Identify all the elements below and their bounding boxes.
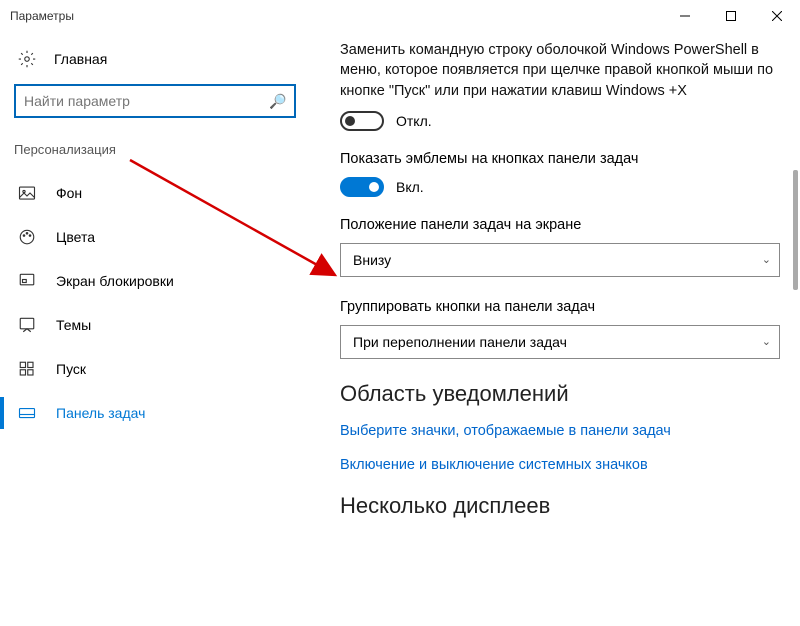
position-dropdown[interactable]: Внизу ⌄ [340,243,780,277]
select-icons-link[interactable]: Выберите значки, отображаемые в панели з… [340,423,780,439]
gear-icon [18,50,36,68]
system-icons-link[interactable]: Включение и выключение системных значков [340,457,780,473]
titlebar: Параметры [0,0,800,32]
multiple-displays-heading: Несколько дисплеев [340,493,780,519]
sidebar-item-label: Темы [56,317,91,333]
group-value: При переполнении панели задач [353,334,567,350]
sidebar-item-colors[interactable]: Цвета [0,215,310,259]
lockscreen-icon [18,272,36,290]
sidebar-item-label: Пуск [56,361,86,377]
start-icon [18,360,36,378]
picture-icon [18,184,36,202]
scrollbar-thumb[interactable] [793,170,798,290]
powershell-toggle[interactable] [340,111,384,131]
badges-label: Показать эмблемы на кнопках панели задач [340,151,780,167]
minimize-button[interactable] [662,0,708,32]
maximize-button[interactable] [708,0,754,32]
taskbar-icon [18,404,36,422]
position-label: Положение панели задач на экране [340,217,780,233]
sidebar-item-label: Фон [56,185,82,201]
sidebar-home[interactable]: Главная [0,40,310,78]
sidebar-home-label: Главная [54,51,107,67]
content-pane: Заменить командную строку оболочкой Wind… [310,32,800,626]
powershell-description: Заменить командную строку оболочкой Wind… [340,40,780,101]
sidebar-item-label: Цвета [56,229,95,245]
palette-icon [18,228,36,246]
brush-icon [18,316,36,334]
sidebar-item-label: Экран блокировки [56,273,174,289]
badges-toggle[interactable] [340,177,384,197]
search-input-wrap[interactable]: 🔍 [14,84,296,118]
toggle-on-label: Вкл. [396,179,424,195]
chevron-down-icon: ⌄ [762,335,771,348]
position-value: Внизу [353,252,391,268]
sidebar-item-background[interactable]: Фон [0,171,310,215]
search-input[interactable] [24,93,269,109]
sidebar-item-themes[interactable]: Темы [0,303,310,347]
notification-area-heading: Область уведомлений [340,381,780,407]
sidebar-item-label: Панель задач [56,405,145,421]
group-label: Группировать кнопки на панели задач [340,299,780,315]
sidebar-item-start[interactable]: Пуск [0,347,310,391]
sidebar-item-taskbar[interactable]: Панель задач [0,391,310,435]
chevron-down-icon: ⌄ [762,253,771,266]
toggle-off-label: Откл. [396,113,432,129]
search-icon: 🔍 [269,93,286,110]
window-title: Параметры [10,9,74,23]
sidebar: Главная 🔍 Персонализация Фон Цвета Экран… [0,32,310,626]
group-dropdown[interactable]: При переполнении панели задач ⌄ [340,325,780,359]
close-button[interactable] [754,0,800,32]
sidebar-item-lockscreen[interactable]: Экран блокировки [0,259,310,303]
sidebar-category: Персонализация [0,136,310,171]
